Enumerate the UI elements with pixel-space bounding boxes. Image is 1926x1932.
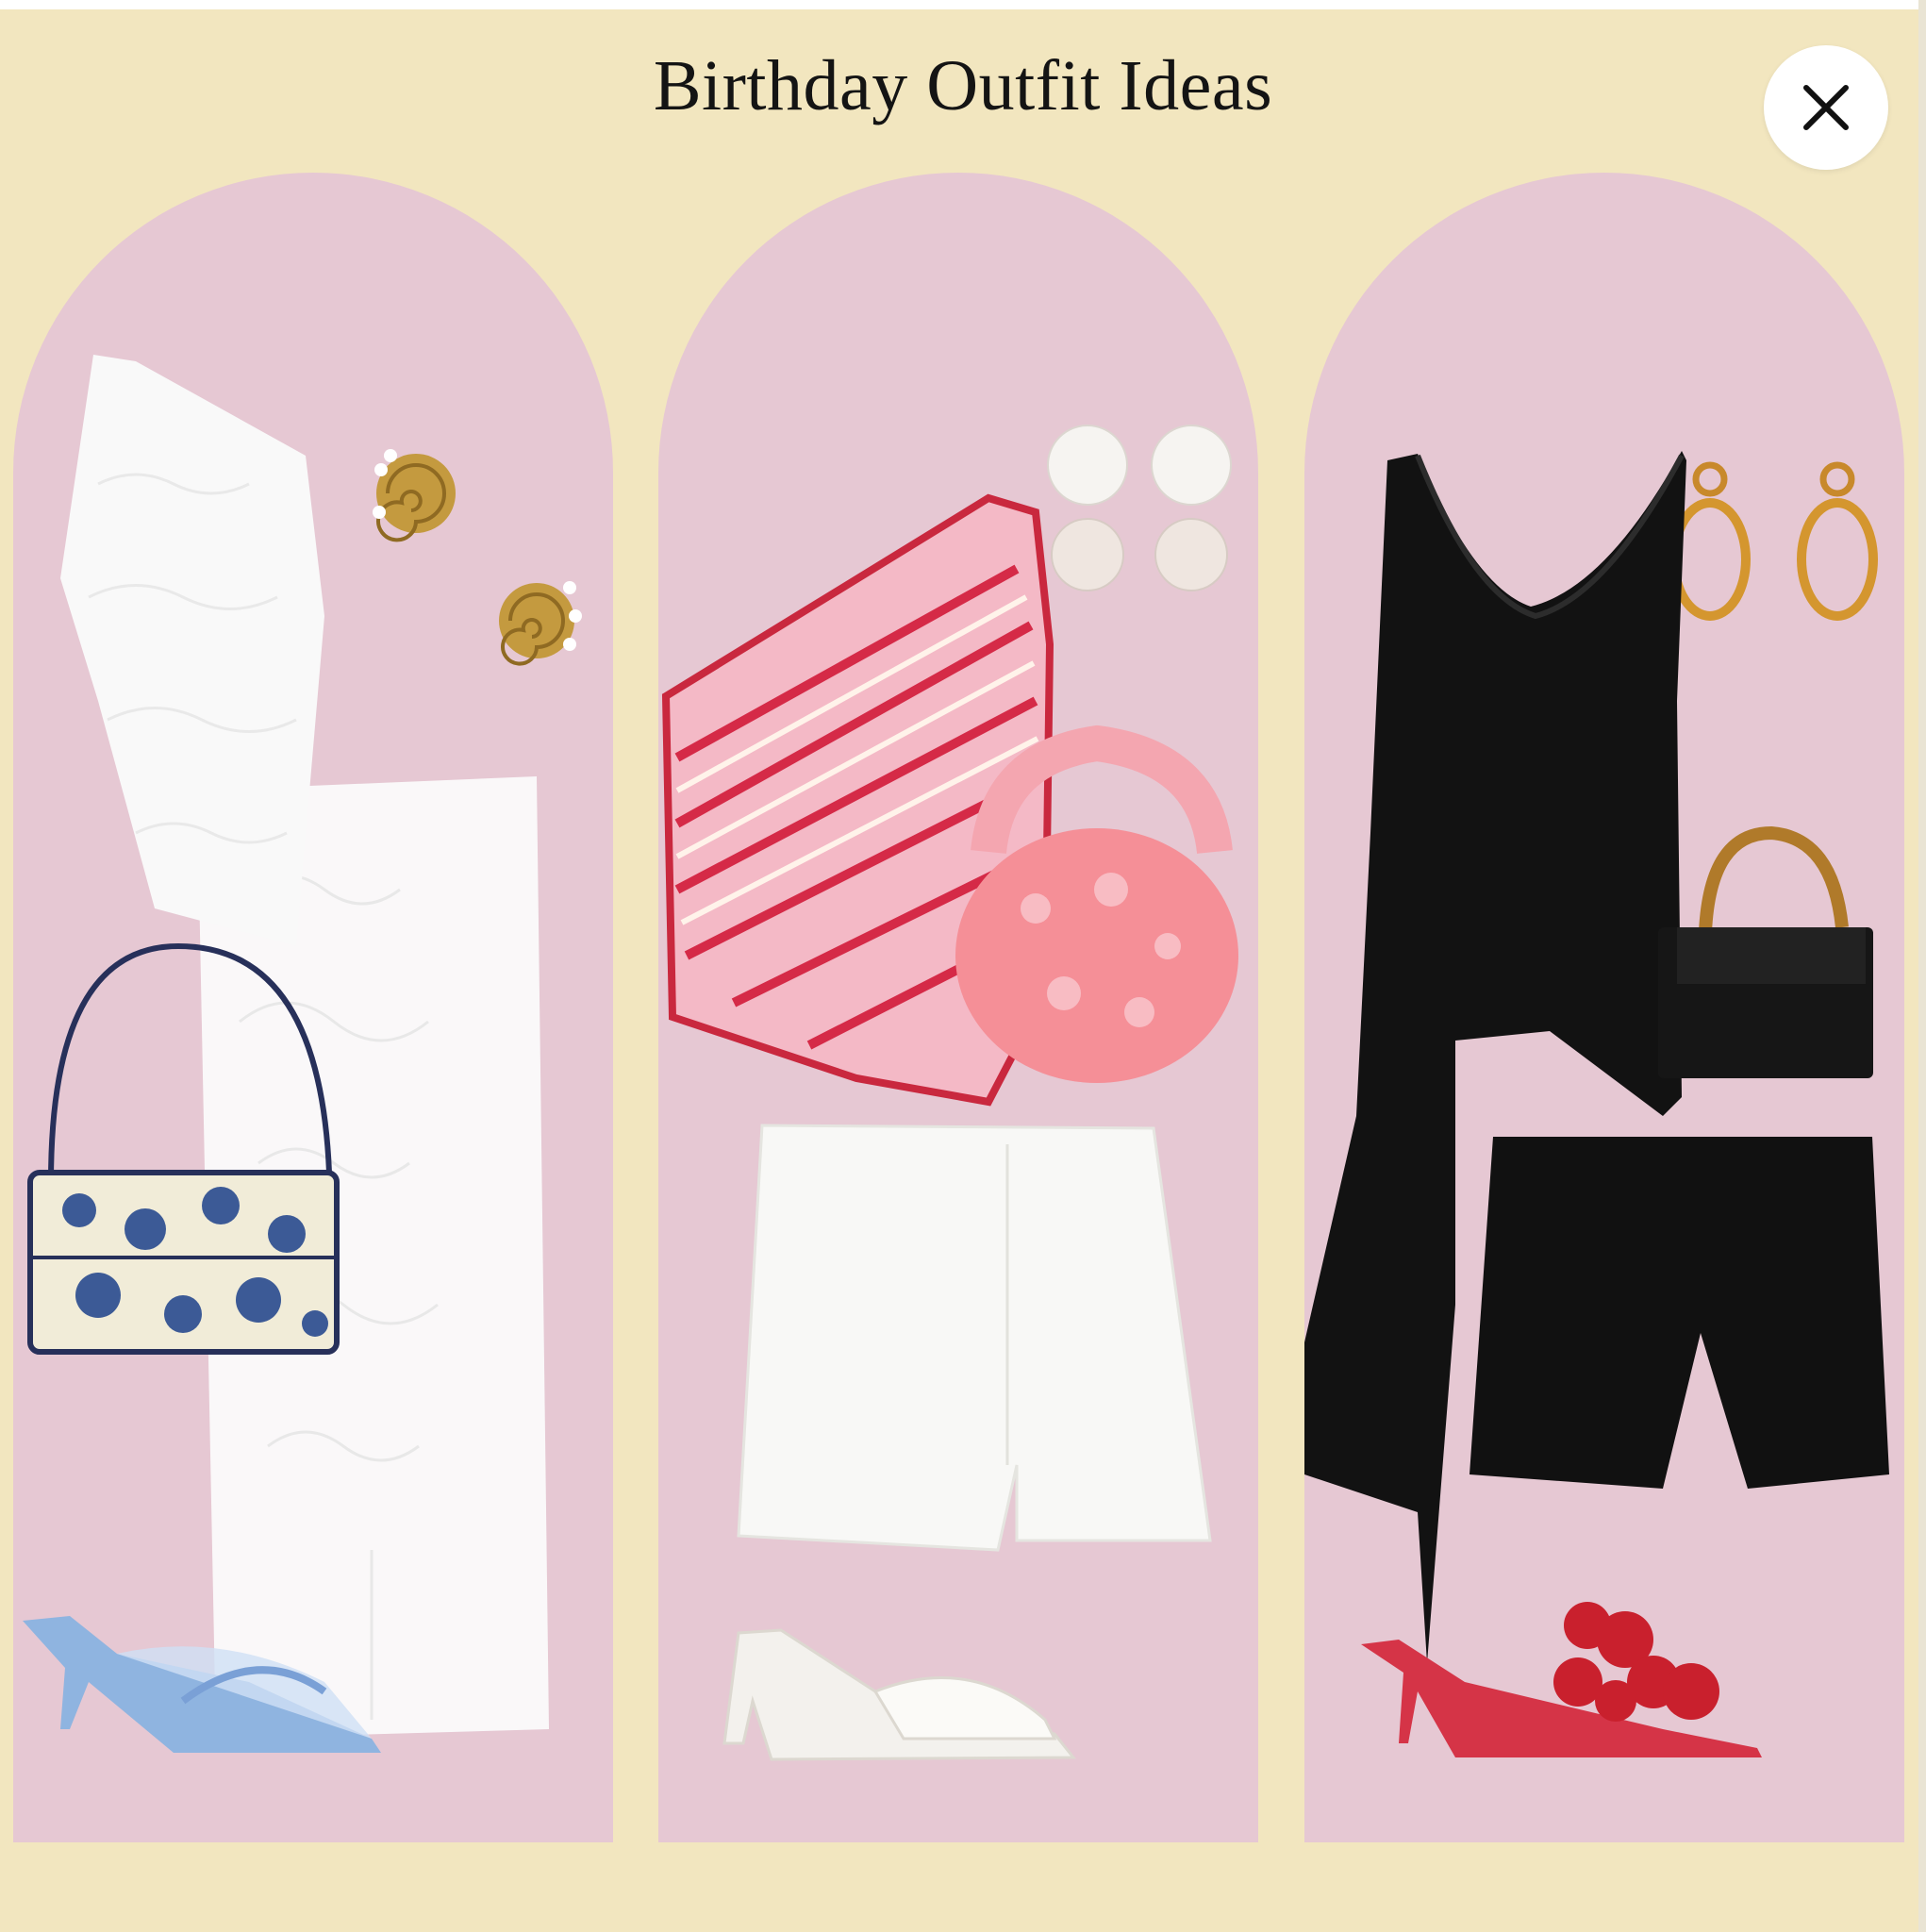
red-flower-kitten-heel xyxy=(1361,1602,1762,1757)
gold-hoop-earrings xyxy=(1669,461,1878,621)
white-pearl-earrings xyxy=(1047,425,1232,591)
outfit-card-2 xyxy=(658,173,1258,1842)
top-edge xyxy=(0,0,1926,9)
scrollbar[interactable] xyxy=(1918,0,1926,1932)
page-title: Birthday Outfit Ideas xyxy=(653,46,1273,125)
outfit-card-3 xyxy=(1304,173,1904,1842)
white-lace-top xyxy=(60,355,324,946)
pink-beaded-bag xyxy=(955,724,1238,1083)
black-bamboo-handle-bag xyxy=(1658,825,1873,1078)
close-button[interactable] xyxy=(1764,45,1888,170)
black-shorts xyxy=(1469,1137,1889,1489)
outfit-card-1 xyxy=(13,173,613,1842)
close-icon xyxy=(1803,85,1849,130)
white-block-heel-mule xyxy=(722,1628,1077,1761)
gold-shell-earrings xyxy=(373,449,582,666)
white-mini-skirt xyxy=(737,1124,1212,1552)
moodboard-modal: Birthday Outfit Ideas xyxy=(0,0,1926,1932)
